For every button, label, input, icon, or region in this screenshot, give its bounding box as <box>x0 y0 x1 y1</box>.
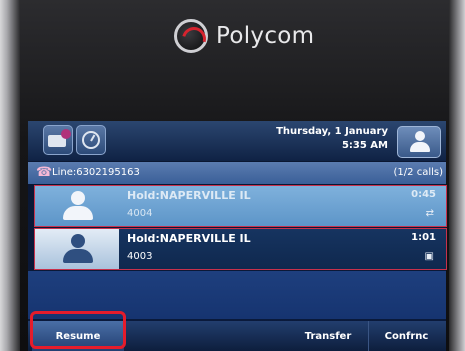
conference-button[interactable]: Confrnc <box>368 321 444 351</box>
date-time: Thursday, 1 January 5:35 AM <box>262 125 388 153</box>
call-number: 4004 <box>127 208 153 219</box>
caller-avatar <box>35 229 119 269</box>
call-duration: 1:01 <box>411 232 436 243</box>
bezel-edge-right <box>449 0 465 351</box>
call-status: Hold:NAPERVILLE IL <box>127 189 251 202</box>
hold-icon: ▣ <box>424 251 434 262</box>
call-number: 4003 <box>127 251 153 262</box>
softkey-blank <box>128 321 288 351</box>
caller-avatar <box>35 186 119 226</box>
polycom-logo-icon <box>174 19 208 53</box>
brand-logo-area: Polycom <box>174 16 314 56</box>
resume-highlight-box <box>30 311 126 349</box>
call-duration: 0:45 <box>411 189 436 200</box>
brand-name: Polycom <box>216 23 315 49</box>
time-label: 5:35 AM <box>341 140 388 151</box>
contact-icon <box>410 131 430 153</box>
phone-line-icon: ☎ <box>36 165 53 180</box>
messages-button[interactable] <box>43 125 73 155</box>
date-label: Thursday, 1 January <box>276 126 388 137</box>
line-label: Line:6302195163 <box>52 167 140 178</box>
clock-button[interactable] <box>76 125 106 155</box>
new-message-badge <box>61 129 71 139</box>
calls-count: (1/2 calls) <box>393 167 443 178</box>
call-row-2[interactable]: Hold:NAPERVILLE IL 4003 1:01 ▣ <box>34 228 447 270</box>
transfer-button[interactable]: Transfer <box>292 321 364 351</box>
hold-icon: ⇄ <box>425 208 434 219</box>
call-status: Hold:NAPERVILLE IL <box>127 232 251 245</box>
person-icon <box>63 234 93 264</box>
bezel-edge-left <box>0 0 20 351</box>
contact-button[interactable] <box>397 126 441 158</box>
call-row-1[interactable]: Hold:NAPERVILLE IL 4004 0:45 ⇄ <box>34 185 447 227</box>
person-icon <box>63 191 93 221</box>
